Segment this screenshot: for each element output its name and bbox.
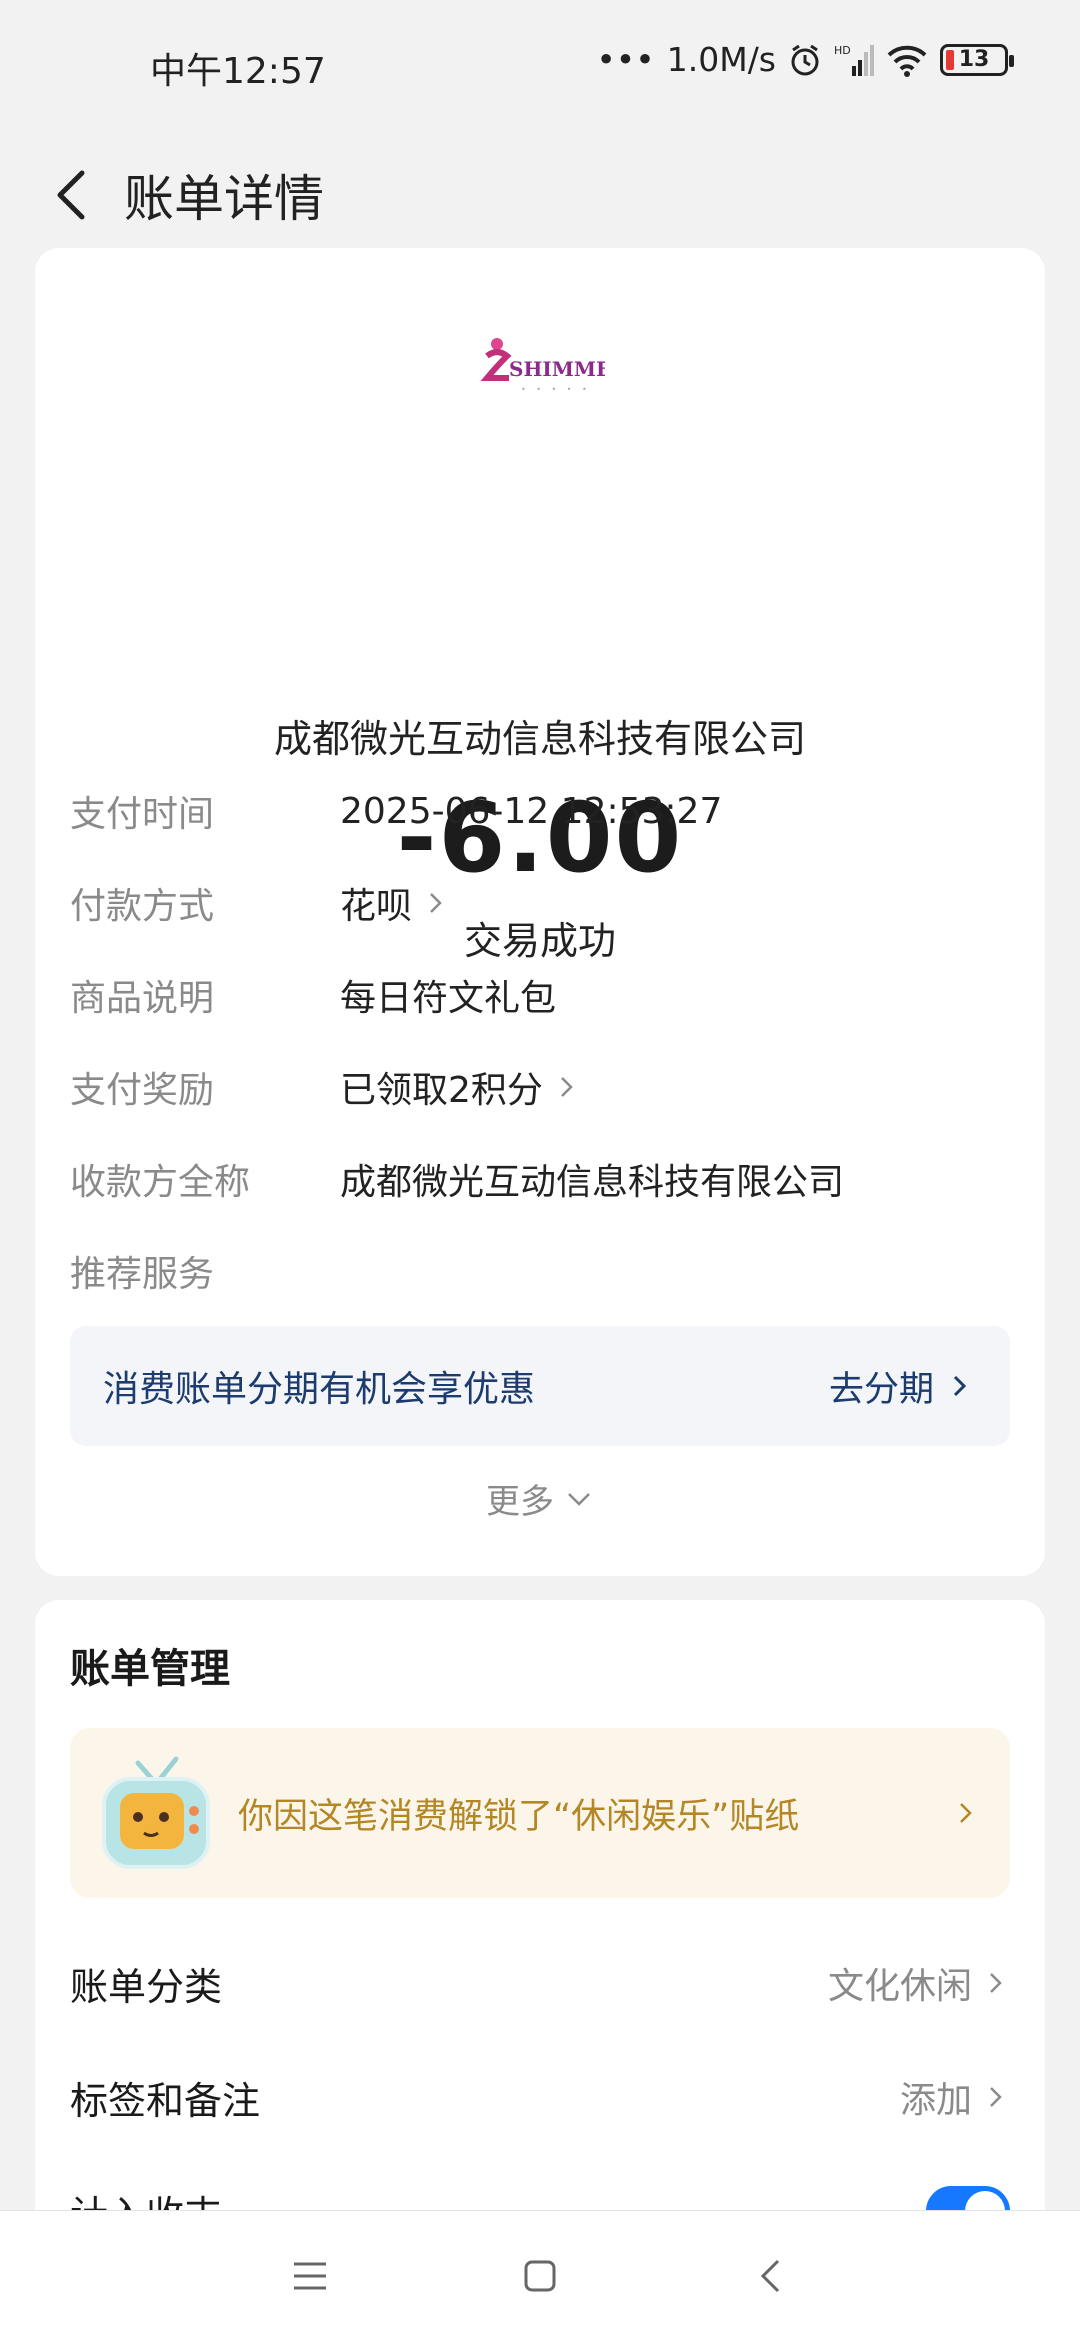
installment-promo[interactable]: 消费账单分期有机会享优惠 去分期 (70, 1326, 1010, 1446)
bill-category-row[interactable]: 账单分类 文化休闲 (70, 1948, 1010, 2018)
detail-label: 支付时间 (70, 794, 215, 835)
alarm-icon (791, 44, 819, 75)
more-dots-icon: ••• (596, 40, 655, 79)
detail-value: 2025-06-12 12:53:27 (340, 790, 723, 832)
recent-apps-button[interactable] (195, 2211, 425, 2340)
system-back-button[interactable] (655, 2211, 885, 2340)
detail-value: 每日符文礼包 (340, 978, 557, 1019)
detail-label: 收款方全称 (70, 1162, 251, 1203)
battery-icon: 13 (940, 43, 1014, 76)
home-square-icon (524, 2260, 556, 2291)
merchant-name: 成都微光互动信息科技有限公司 (273, 717, 806, 761)
sticker-banner[interactable]: 你因这笔消费解锁了“休闲娱乐”贴纸 (70, 1728, 1010, 1898)
page-title: 账单详情 (124, 170, 324, 228)
chevron-right-icon (430, 893, 442, 913)
detail-value: 花呗 (340, 886, 413, 927)
chevron-right-icon (953, 1375, 967, 1397)
row-label: 账单分类 (70, 1964, 223, 2009)
detail-value: 已领取2积分 (340, 1070, 543, 1111)
detail-value: 成都微光互动信息科技有限公司 (340, 1162, 845, 1203)
sticker-text: 你因这笔消费解锁了“休闲娱乐”贴纸 (238, 1796, 800, 1837)
chevron-right-icon (960, 1803, 972, 1823)
row-value: 文化休闲 (827, 1966, 972, 2007)
detail-row-reward[interactable]: 支付奖励 已领取2积分 (70, 1057, 1010, 1117)
chevron-right-icon (561, 1077, 573, 1097)
back-triangle-icon (760, 2259, 780, 2292)
chevron-right-icon (990, 2087, 1002, 2107)
menu-icon (294, 2262, 326, 2289)
promo-text: 消费账单分期有机会享优惠 (103, 1369, 536, 1410)
detail-row-product: 商品说明 每日符文礼包 (70, 965, 1010, 1025)
back-arrow-icon (57, 170, 85, 220)
installment-button[interactable]: 去分期 (829, 1361, 974, 1412)
detail-row-payment-method[interactable]: 付款方式 花呗 (70, 873, 1010, 933)
detail-row-recommended: 推荐服务 (70, 1241, 1010, 1301)
network-speed: 1.0M/s (666, 40, 776, 79)
detail-row-pay-time: 支付时间 2025-06-12 12:53:27 (70, 781, 1010, 841)
section-title: 账单管理 (70, 1646, 230, 1692)
system-nav-bar (0, 2210, 1080, 2340)
status-icons: ••• 1.0M/s HD 13 (596, 40, 1014, 79)
row-value: 添加 (899, 2080, 972, 2121)
home-button[interactable] (425, 2211, 655, 2340)
detail-label: 付款方式 (70, 886, 215, 927)
more-label: 更多 (486, 1482, 554, 1522)
detail-label: 推荐服务 (70, 1254, 215, 1295)
chevron-down-icon (568, 1492, 590, 1506)
wifi-icon (887, 45, 927, 77)
more-button[interactable]: 更多 (35, 1474, 1045, 1523)
back-button[interactable] (20, 145, 120, 245)
tags-notes-row[interactable]: 标签和备注 添加 (70, 2062, 1010, 2132)
svg-text:• • • • •: • • • • • (521, 385, 591, 394)
battery-level: 13 (958, 47, 990, 72)
detail-row-payee: 收款方全称 成都微光互动信息科技有限公司 (70, 1149, 1010, 1209)
status-time: 中午12:57 (150, 51, 326, 92)
tv-mascot-icon (102, 1756, 210, 1869)
logo-text: SHIMMER (509, 357, 605, 381)
svg-text:HD: HD (834, 44, 851, 57)
merchant-logo: SHIMMER • • • • • (35, 330, 1045, 404)
row-label: 标签和备注 (70, 2078, 261, 2123)
chevron-right-icon (990, 1973, 1002, 1993)
signal-icon: HD (834, 44, 874, 76)
status-bar: 中午12:57 ••• 1.0M/s HD 13 (0, 0, 1080, 130)
header-bar: 账单详情 (0, 130, 1080, 260)
detail-label: 商品说明 (70, 978, 215, 1019)
installment-label: 去分期 (828, 1369, 934, 1410)
bill-summary-card: SHIMMER • • • • • 成都微光互动信息科技有限公司 -6.00 交… (35, 248, 1045, 1576)
detail-label: 支付奖励 (70, 1070, 215, 1111)
